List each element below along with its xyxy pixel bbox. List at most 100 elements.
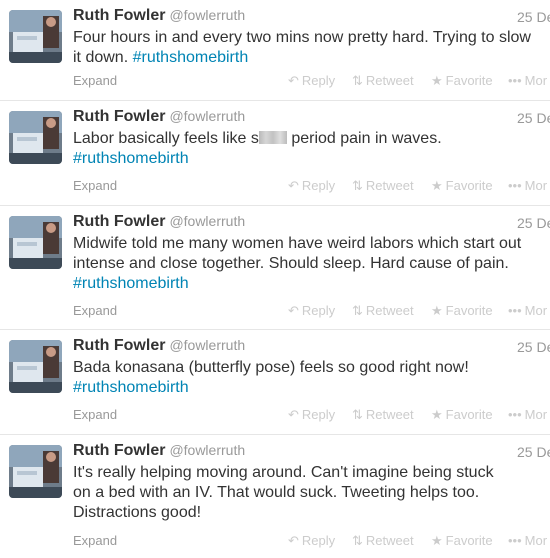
reply-label: Reply — [301, 407, 336, 422]
favorite-label: Favorite — [445, 407, 493, 422]
avatar[interactable] — [9, 10, 62, 63]
timestamp[interactable]: 25 De — [517, 339, 550, 355]
hashtag-link[interactable]: #ruthshomebirth — [73, 379, 189, 396]
more-dots-icon: ••• — [508, 303, 522, 318]
favorite-button[interactable]: ★ Favorite — [431, 178, 493, 194]
star-icon: ★ — [431, 303, 443, 318]
expand-link[interactable]: Expand — [73, 303, 117, 318]
favorite-label: Favorite — [445, 73, 493, 88]
tweet[interactable]: Ruth Fowler@fowlerruth 25 De Midwife tol… — [0, 206, 550, 330]
tweet-text: Labor basically feels like s period pain… — [73, 129, 543, 169]
retweet-icon: ⇅ — [352, 303, 363, 318]
reply-label: Reply — [301, 73, 336, 88]
more-button[interactable]: ••• Mor — [508, 407, 547, 422]
reply-label: Reply — [301, 533, 336, 548]
tweet-text-body: Midwife told me many women have weird la… — [73, 235, 522, 272]
hashtag-link[interactable]: #ruthshomebirth — [73, 275, 189, 292]
reply-button[interactable]: ↶ Reply — [288, 178, 335, 194]
more-button[interactable]: ••• Mor — [508, 73, 547, 88]
tweet[interactable]: Ruth Fowler@fowlerruth 25 De Labor basic… — [0, 101, 550, 206]
retweet-button[interactable]: ⇅ Retweet — [352, 73, 414, 89]
favorite-button[interactable]: ★ Favorite — [431, 303, 493, 319]
retweet-label: Retweet — [365, 73, 414, 88]
tweet-text-body: Labor basically feels like s — [73, 130, 259, 147]
tweet-text: Midwife told me many women have weird la… — [73, 234, 543, 294]
avatar[interactable] — [9, 340, 62, 393]
tweet-text: Four hours in and every two mins now pre… — [73, 28, 543, 68]
more-button[interactable]: ••• Mor — [508, 178, 547, 193]
tweet-text-body: It's really helping moving around. Can't… — [73, 464, 494, 521]
avatar[interactable] — [9, 216, 62, 269]
expand-link[interactable]: Expand — [73, 533, 117, 548]
retweet-button[interactable]: ⇅ Retweet — [352, 407, 414, 423]
favorite-button[interactable]: ★ Favorite — [431, 407, 493, 423]
more-label: Mor — [524, 407, 548, 422]
retweet-label: Retweet — [365, 303, 414, 318]
tweet[interactable]: Ruth Fowler@fowlerruth 25 De Bada konasa… — [0, 330, 550, 435]
more-dots-icon: ••• — [508, 407, 522, 422]
timestamp[interactable]: 25 De — [517, 9, 550, 25]
star-icon: ★ — [431, 178, 443, 193]
avatar[interactable] — [9, 445, 62, 498]
tweet[interactable]: Ruth Fowler@fowlerruth 25 De Four hours … — [0, 0, 550, 101]
more-button[interactable]: ••• Mor — [508, 303, 547, 318]
avatar[interactable] — [9, 111, 62, 164]
reply-button[interactable]: ↶ Reply — [288, 533, 335, 549]
expand-link[interactable]: Expand — [73, 73, 117, 88]
tweet-text: It's really helping moving around. Can't… — [73, 463, 513, 523]
reply-label: Reply — [301, 303, 336, 318]
star-icon: ★ — [431, 73, 443, 88]
author-handle[interactable]: @fowlerruth — [169, 337, 245, 353]
retweet-icon: ⇅ — [352, 533, 363, 548]
author-name[interactable]: Ruth Fowler — [73, 442, 165, 459]
tweet-text: Bada konasana (butterfly pose) feels so … — [73, 358, 543, 398]
author-handle[interactable]: @fowlerruth — [169, 442, 245, 458]
favorite-button[interactable]: ★ Favorite — [431, 533, 493, 549]
author-handle[interactable]: @fowlerruth — [169, 108, 245, 124]
star-icon: ★ — [431, 407, 443, 422]
reply-button[interactable]: ↶ Reply — [288, 73, 335, 89]
timestamp[interactable]: 25 De — [517, 444, 550, 460]
retweet-label: Retweet — [365, 407, 414, 422]
retweet-button[interactable]: ⇅ Retweet — [352, 178, 414, 194]
reply-arrow-icon: ↶ — [288, 303, 299, 318]
hashtag-link[interactable]: #ruthshomebirth — [73, 150, 189, 167]
tweet[interactable]: Ruth Fowler@fowlerruth 25 De It's really… — [0, 435, 550, 558]
more-button[interactable]: ••• Mor — [508, 533, 547, 548]
retweet-label: Retweet — [365, 178, 414, 193]
author-name[interactable]: Ruth Fowler — [73, 7, 165, 24]
more-dots-icon: ••• — [508, 178, 522, 193]
favorite-label: Favorite — [445, 178, 493, 193]
more-label: Mor — [524, 303, 548, 318]
more-label: Mor — [524, 533, 548, 548]
tweet-header: Ruth Fowler @fowlerruth — [73, 7, 245, 25]
avatar-image — [9, 340, 62, 393]
author-name[interactable]: Ruth Fowler — [73, 108, 165, 125]
tweet-text-body-end: period pain in waves. — [286, 130, 442, 147]
author-name[interactable]: Ruth Fowler — [73, 213, 165, 230]
avatar-image — [9, 216, 62, 269]
more-dots-icon: ••• — [508, 533, 522, 548]
timestamp[interactable]: 25 De — [517, 215, 550, 231]
retweet-button[interactable]: ⇅ Retweet — [352, 303, 414, 319]
censor-blur — [258, 131, 287, 144]
more-dots-icon: ••• — [508, 73, 522, 88]
reply-arrow-icon: ↶ — [288, 533, 299, 548]
retweet-button[interactable]: ⇅ Retweet — [352, 533, 414, 549]
favorite-button[interactable]: ★ Favorite — [431, 73, 493, 89]
author-handle[interactable]: @fowlerruth — [169, 213, 245, 229]
reply-arrow-icon: ↶ — [288, 407, 299, 422]
expand-link[interactable]: Expand — [73, 407, 117, 422]
retweet-icon: ⇅ — [352, 178, 363, 193]
tweet-text-body: Bada konasana (butterfly pose) feels so … — [73, 359, 469, 376]
author-handle[interactable]: @fowlerruth — [169, 7, 245, 23]
tweet-header: Ruth Fowler @fowlerruth — [73, 213, 245, 231]
author-name[interactable]: Ruth Fowler — [73, 337, 165, 354]
tweet-header: Ruth Fowler @fowlerruth — [73, 337, 245, 355]
hashtag-link[interactable]: #ruthshomebirth — [133, 49, 249, 66]
reply-button[interactable]: ↶ Reply — [288, 303, 335, 319]
reply-button[interactable]: ↶ Reply — [288, 407, 335, 423]
more-label: Mor — [524, 178, 548, 193]
timestamp[interactable]: 25 De — [517, 110, 550, 126]
expand-link[interactable]: Expand — [73, 178, 117, 193]
